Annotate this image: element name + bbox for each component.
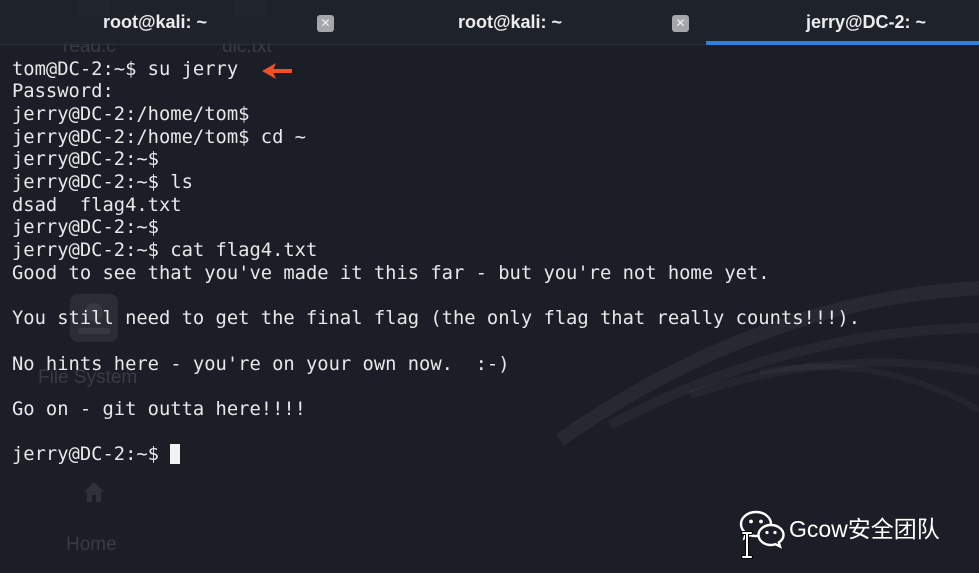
terminal-window: read.c dic.txt File System Home root@kal… <box>0 0 979 573</box>
terminal-line: Good to see that you've made it this far… <box>12 262 770 284</box>
terminal-line: jerry@DC-2:/home/tom$ cd ~ <box>12 126 306 148</box>
desktop-label-home: Home <box>66 534 117 555</box>
terminal-line: Go on - git outta here!!!! <box>12 398 306 420</box>
close-icon[interactable]: ✕ <box>672 15 689 32</box>
home-icon <box>84 482 104 502</box>
terminal-cursor <box>170 444 181 465</box>
tab-label: jerry@DC-2: ~ <box>805 12 927 32</box>
terminal-line: jerry@DC-2:/home/tom$ <box>12 103 250 125</box>
tab-bar: root@kali: ~ ✕ root@kali: ~ ✕ jerry@DC-2… <box>0 0 979 45</box>
active-tab-indicator <box>706 41 979 45</box>
terminal-line: jerry@DC-2:~$ <box>12 149 159 171</box>
terminal-prompt: jerry@DC-2:~$ <box>12 444 171 466</box>
terminal-line: jerry@DC-2:~$ <box>12 217 159 239</box>
terminal-line: You still need to get the final flag (th… <box>12 308 861 330</box>
tab-root-kali-2[interactable]: root@kali: ~ ✕ <box>345 0 706 45</box>
terminal-output[interactable]: tom@DC-2:~$ su jerry Password: jerry@DC-… <box>12 59 972 467</box>
tab-label: root@kali: ~ <box>102 12 208 32</box>
close-icon[interactable]: ✕ <box>317 15 334 32</box>
terminal-line: jerry@DC-2:~$ cat flag4.txt <box>12 240 318 262</box>
terminal-prompt-line: jerry@DC-2:~$ <box>12 444 972 467</box>
text-cursor-icon <box>741 531 753 559</box>
terminal-line: jerry@DC-2:~$ ls <box>12 172 193 194</box>
terminal-line: dsad flag4.txt <box>12 194 182 216</box>
tab-label: root@kali: ~ <box>457 12 563 32</box>
terminal-line: Password: <box>12 81 126 103</box>
tab-jerry-dc2-active[interactable]: jerry@DC-2: ~ <box>706 0 979 45</box>
tab-root-kali-1[interactable]: root@kali: ~ ✕ <box>0 0 345 45</box>
arrow-left-icon <box>262 63 292 79</box>
terminal-line: No hints here - you're on your own now. … <box>12 353 510 375</box>
terminal-line: tom@DC-2:~$ su jerry <box>12 58 239 80</box>
watermark-text: Gcow安全团队 <box>789 516 940 542</box>
